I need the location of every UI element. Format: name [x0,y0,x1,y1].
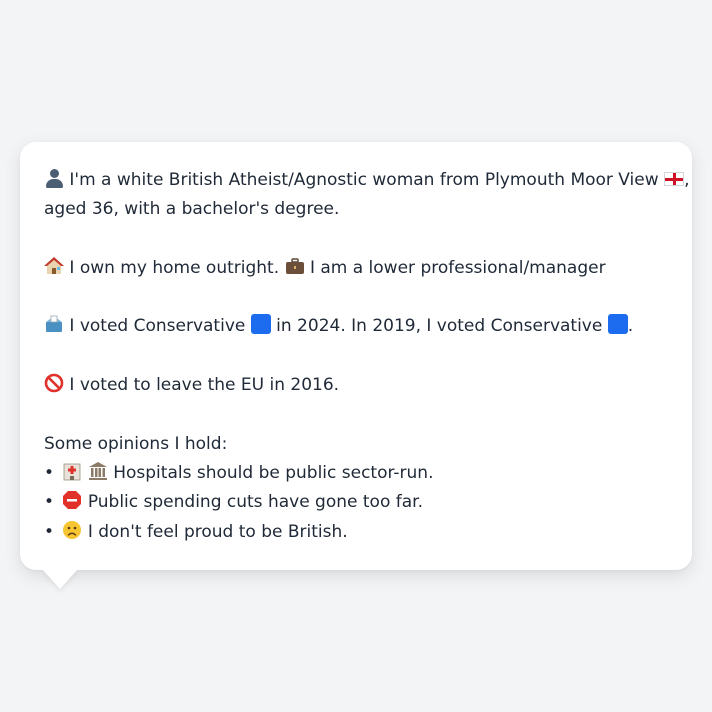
england-flag-icon [664,172,685,186]
opinion-item: • Public spending cuts have gone too far… [44,488,668,517]
occupation-text: I am a lower professional/manager [309,257,606,278]
identity-comma: , [684,170,690,190]
identity-line: I'm a white British Atheist/Agnostic wom… [44,166,689,195]
slightly-frowning-face-icon [63,520,82,539]
no-entry-icon [44,373,64,393]
opinion-item: • Hospitals should be public sector-run. [44,459,668,488]
bust-in-silhouette-icon [44,168,64,188]
opinion-text: I don't feel proud to be British. [87,521,348,542]
persona-message-bubble: I'm a white British Atheist/Agnostic wom… [20,142,692,570]
home-ownership-text: I own my home outright. [69,257,280,278]
vote-line: I voted Conservative in 2024. In 2019, I… [44,312,668,341]
opinion-text: Hospitals should be public sector-run. [113,462,434,483]
vote-2024-text: I voted Conservative [69,316,246,337]
bubble-tail [42,569,78,589]
identity-line-2: aged 36, with a bachelor's degree. [44,195,668,224]
bullet: • [44,521,55,542]
house-icon [44,256,64,274]
eu-line: I voted to leave the EU in 2016. [44,371,668,400]
page: I'm a white British Atheist/Agnostic wom… [0,0,712,712]
bullet: • [44,462,55,483]
briefcase-icon [285,258,304,274]
opinions-heading: Some opinions I hold: [44,433,228,454]
bullet: • [44,492,55,513]
ballot-box-icon [46,316,62,333]
opinion-item: • I don't feel proud to be British. [44,518,668,547]
vote-2019-text: in 2024. In 2019, I voted Conservative [276,316,603,337]
conservative-blue-square-icon [607,314,628,335]
stop-sign-icon [63,491,82,510]
home-job-line: I own my home outright. I am a lower pro… [44,254,668,283]
conservative-blue-square-icon [250,314,271,335]
vote-period: . [627,316,634,337]
eu-referendum-text: I voted to leave the EU in 2016. [69,375,340,396]
identity-text: I'm a white British Atheist/Agnostic wom… [69,170,659,190]
classical-building-icon [88,461,107,480]
age-education-text: aged 36, with a bachelor's degree. [44,199,340,220]
hospital-icon [64,463,81,481]
opinion-text: Public spending cuts have gone too far. [87,492,423,513]
